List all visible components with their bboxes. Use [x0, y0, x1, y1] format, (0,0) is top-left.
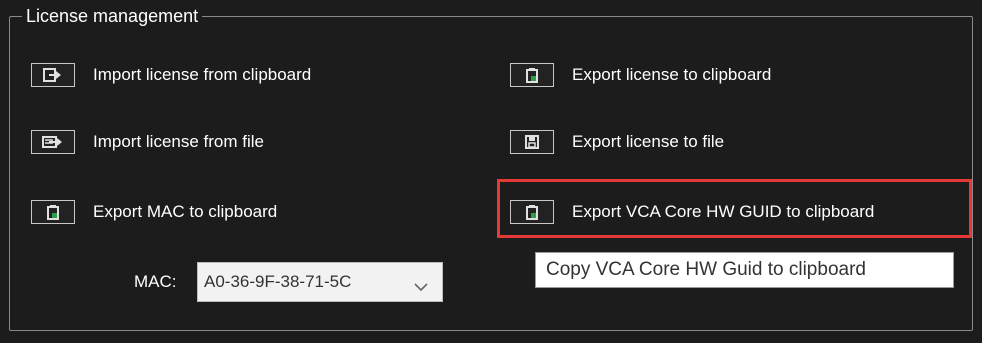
tooltip: Copy VCA Core HW Guid to clipboard — [535, 252, 954, 288]
export-mac-clipboard-button[interactable]: Export MAC to clipboard — [31, 192, 277, 232]
import-license-clipboard-label: Import license from clipboard — [93, 65, 312, 84]
import-license-clipboard-button[interactable]: Import license from clipboard — [31, 55, 311, 95]
clipboard-icon — [510, 200, 554, 224]
export-license-clipboard-button[interactable]: Export license to clipboard — [510, 55, 771, 95]
export-vca-core-hw-guid-button[interactable]: Export VCA Core HW GUID to clipboard — [510, 192, 874, 232]
import-license-file-button[interactable]: Import license from file — [31, 122, 264, 162]
tooltip-text: Copy VCA Core HW Guid to clipboard — [546, 259, 866, 280]
clipboard-icon — [31, 200, 75, 224]
export-license-file-button[interactable]: Export license to file — [510, 122, 724, 162]
import-arrow-icon — [31, 63, 75, 87]
mac-label: MAC: — [134, 272, 177, 291]
export-license-clipboard-label: Export license to clipboard — [572, 65, 772, 84]
import-license-file-label: Import license from file — [93, 132, 264, 151]
export-license-file-label: Export license to file — [572, 132, 725, 151]
chevron-down-icon — [414, 277, 428, 297]
save-disk-icon — [510, 130, 554, 154]
export-mac-clipboard-label: Export MAC to clipboard — [93, 202, 278, 221]
clipboard-icon — [510, 63, 554, 87]
mac-select[interactable]: A0-36-9F-38-71-5C — [197, 262, 443, 302]
mac-select-value: A0-36-9F-38-71-5C — [204, 272, 352, 291]
export-vca-core-hw-guid-label: Export VCA Core HW GUID to clipboard — [572, 202, 875, 221]
group-title: License management — [22, 6, 203, 26]
import-file-icon — [31, 130, 75, 154]
